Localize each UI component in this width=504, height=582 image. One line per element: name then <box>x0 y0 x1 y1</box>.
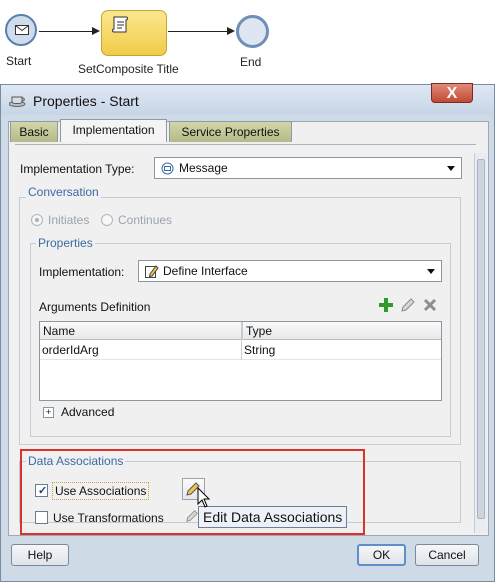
cell-name: orderIdArg <box>42 343 99 357</box>
script-task[interactable] <box>101 10 167 56</box>
column-header-type[interactable]: Type <box>242 322 441 340</box>
expand-icon[interactable]: + <box>43 407 54 418</box>
implementation-type-value: Message <box>179 161 228 175</box>
envelope-icon <box>15 25 29 35</box>
implementation-value: Define Interface <box>163 264 248 278</box>
column-header-name[interactable]: Name <box>40 322 241 340</box>
tab-panel-border <box>15 144 476 145</box>
vertical-scrollbar[interactable] <box>474 153 487 533</box>
dialog-titlebar[interactable]: Properties - Start X <box>1 83 494 115</box>
add-icon[interactable] <box>378 297 394 313</box>
tab-basic[interactable]: Basic <box>10 121 58 142</box>
flow-arrow-icon <box>92 27 100 35</box>
start-event-label: Start <box>6 54 32 68</box>
close-button[interactable]: X <box>431 83 473 103</box>
edit-icon[interactable] <box>400 297 416 313</box>
implementation-type-select[interactable]: Message <box>154 157 462 179</box>
properties-group-title: Properties <box>36 236 95 250</box>
implementation-label: Implementation: <box>39 265 125 279</box>
conversation-group-title: Conversation <box>26 185 101 199</box>
sequence-flow <box>39 31 93 32</box>
mouse-cursor-icon <box>197 487 211 508</box>
delete-icon[interactable] <box>422 297 438 313</box>
implementation-select[interactable]: Define Interface <box>138 260 442 282</box>
flow-arrow-icon <box>227 27 235 35</box>
tab-implementation[interactable]: Implementation <box>60 119 167 142</box>
sequence-flow <box>168 31 228 32</box>
message-icon <box>161 162 174 175</box>
cell-type: String <box>244 343 276 357</box>
end-event-label: End <box>240 55 262 69</box>
start-event[interactable] <box>5 14 37 46</box>
pencil-document-icon <box>145 265 159 278</box>
arguments-table: Name Type orderIdArg String <box>39 321 442 401</box>
advanced-label[interactable]: Advanced <box>61 405 114 419</box>
chevron-down-icon <box>427 269 435 274</box>
tab-service-properties[interactable]: Service Properties <box>169 121 292 142</box>
initiates-radio[interactable] <box>31 214 43 226</box>
close-icon: X <box>446 85 458 102</box>
continues-label: Continues <box>118 213 173 227</box>
end-event[interactable] <box>236 15 269 48</box>
edit-data-associations-tooltip: Edit Data Associations <box>198 506 348 528</box>
task-label: SetComposite Title <box>78 62 179 76</box>
process-canvas: Start SetComposite Title End <box>0 0 504 84</box>
implementation-type-label: Implementation Type: <box>20 162 135 176</box>
help-button[interactable]: Help <box>11 544 69 566</box>
script-icon <box>112 16 128 33</box>
cancel-button[interactable]: Cancel <box>415 544 479 566</box>
chevron-down-icon <box>447 166 455 171</box>
continues-radio[interactable] <box>101 214 113 226</box>
arguments-definition-label: Arguments Definition <box>39 300 151 314</box>
initiates-label: Initiates <box>48 213 90 227</box>
column-separator <box>241 322 242 360</box>
scrollbar-thumb[interactable] <box>477 159 485 519</box>
coffee-cup-icon <box>9 96 26 107</box>
dialog-title: Properties - Start <box>33 93 139 109</box>
ok-button[interactable]: OK <box>357 544 406 566</box>
